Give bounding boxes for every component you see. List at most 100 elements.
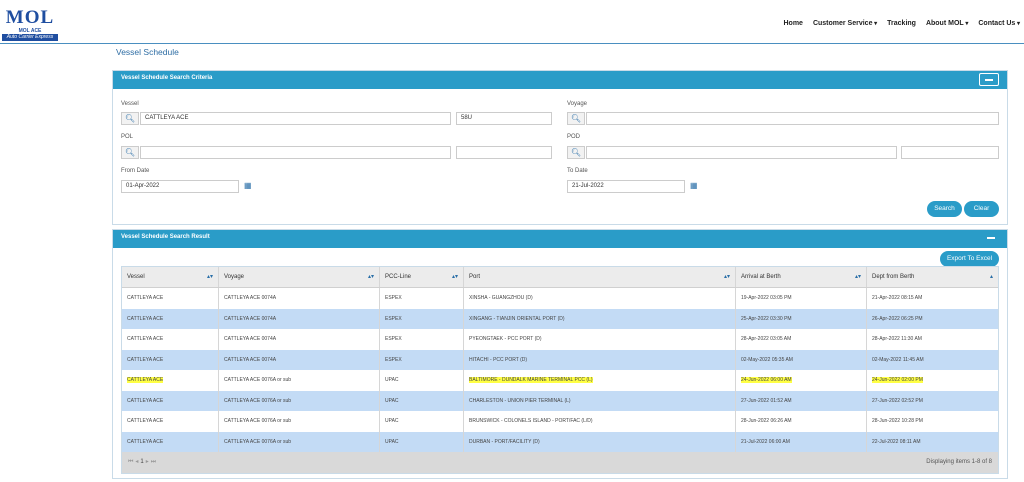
table-row[interactable]: CATTLEYA ACE CATTLEYA ACE 0076A or sub U… xyxy=(122,411,998,432)
sort-icon[interactable]: ▴▾ xyxy=(368,267,374,287)
to-calendar-icon[interactable]: ▦ xyxy=(690,182,698,190)
cell-voyage: CATTLEYA ACE 0074A xyxy=(219,308,380,329)
cell-pcc-line: UPAC xyxy=(380,431,464,452)
cell-voyage: CATTLEYA ACE 0076A or sub xyxy=(219,411,380,432)
cell-pcc-line: UPAC xyxy=(380,370,464,391)
sort-icon[interactable]: ▴▾ xyxy=(724,267,730,287)
pager-info: Displaying items 1-8 of 8 xyxy=(926,459,992,465)
collapse-result-button[interactable] xyxy=(987,237,995,239)
column-label: Dept from Berth xyxy=(872,274,915,280)
cell-vessel: CATTLEYA ACE xyxy=(122,349,219,370)
result-table: Vessel ▴▾ Voyage ▴▾ PCC-Line ▴▾ Port ▴▾ Arri… xyxy=(121,266,999,474)
table-row[interactable]: CATTLEYA ACE CATTLEYA ACE 0076A or sub U… xyxy=(122,370,998,391)
pol-label: POL xyxy=(121,134,134,140)
from-date-label: From Date xyxy=(121,168,150,174)
cell-voyage: CATTLEYA ACE 0074A xyxy=(219,288,380,309)
pod-search-icon[interactable]: 🔍︎ xyxy=(567,146,585,159)
sort-icon[interactable]: ▴ xyxy=(990,267,993,287)
cell-vessel: CATTLEYA ACE xyxy=(122,390,219,411)
cell-arrival: 28-Jun-2022 06:26 AM xyxy=(736,411,867,432)
cell-vessel: CATTLEYA ACE xyxy=(122,411,219,432)
column-header-arrival[interactable]: Arrival at Berth ▴▾ xyxy=(736,267,867,287)
cell-port: BALTIMORE - DUNDALK MARINE TERMINAL PCC … xyxy=(464,370,736,391)
column-header-departure[interactable]: Dept from Berth ▴ xyxy=(867,267,998,287)
criteria-panel-title: Vessel Schedule Search Criteria xyxy=(121,75,213,81)
main-nav: Home Customer Service Tracking About MOL… xyxy=(783,20,1020,27)
vessel-input[interactable]: CATTLEYA ACE xyxy=(140,112,451,125)
nav-tracking[interactable]: Tracking xyxy=(887,20,916,27)
page-title: Vessel Schedule xyxy=(116,47,179,57)
pol-search-icon[interactable]: 🔍︎ xyxy=(121,146,139,159)
top-bar: MOL MOL ACE Auto Carrier Express Home Cu… xyxy=(0,0,1024,44)
pod-code-input[interactable] xyxy=(901,146,999,159)
voyage-input[interactable] xyxy=(586,112,999,125)
highlighted-text: 24-Jun-2022 02:00 PM xyxy=(872,377,923,383)
cell-pcc-line: ESPEX xyxy=(380,308,464,329)
nav-customer-service[interactable]: Customer Service xyxy=(813,20,877,27)
table-row[interactable]: CATTLEYA ACE CATTLEYA ACE 0074A ESPEX XI… xyxy=(122,288,998,309)
voyage-label: Voyage xyxy=(567,101,588,107)
nav-about-mol[interactable]: About MOL xyxy=(926,20,968,27)
cell-departure: 26-Apr-2022 06:25 PM xyxy=(872,315,923,322)
pod-input[interactable] xyxy=(586,146,897,159)
column-label: Port xyxy=(469,274,481,280)
cell-port: XINGANG - TIANJIN ORIENTAL PORT (D) xyxy=(464,308,736,329)
cell-arrival: 02-May-2022 05:35 AM xyxy=(736,349,867,370)
vessel-search-icon[interactable]: 🔍︎ xyxy=(121,112,139,125)
column-label: Vessel xyxy=(127,274,145,280)
last-page-icon[interactable]: ⏭︎ xyxy=(151,459,158,465)
highlighted-text: CATTLEYA ACE xyxy=(127,377,164,383)
cell-pcc-line: UPAC xyxy=(380,390,464,411)
cell-departure: 21-Apr-2022 08:15 AM xyxy=(872,295,923,301)
cell-pcc-line: ESPEX xyxy=(380,288,464,309)
cell-vessel: CATTLEYA ACE xyxy=(122,370,219,391)
column-header-pcc-line[interactable]: PCC-Line ▴▾ xyxy=(380,267,464,287)
export-to-excel-button[interactable]: Export To Excel xyxy=(940,251,999,267)
pol-code-input[interactable] xyxy=(456,146,552,159)
vessel-code-input[interactable]: 58U xyxy=(456,112,552,125)
pod-label: POD xyxy=(567,134,581,140)
table-row[interactable]: CATTLEYA ACE CATTLEYA ACE 0076A or sub U… xyxy=(122,390,998,411)
cell-arrival: 25-Apr-2022 03:30 PM xyxy=(736,308,867,329)
pol-input[interactable] xyxy=(140,146,451,159)
highlighted-text: 24-Jun-2022 06:00 AM xyxy=(741,377,792,383)
sort-icon[interactable]: ▴▾ xyxy=(855,267,861,287)
sort-icon[interactable]: ▴▾ xyxy=(452,267,458,287)
cell-port: XINSHA - GUANGZHOU (D) xyxy=(464,288,736,309)
nav-contact-us[interactable]: Contact Us xyxy=(978,20,1020,27)
from-date-input[interactable]: 01-Apr-2022 xyxy=(121,180,239,193)
table-row[interactable]: CATTLEYA ACE CATTLEYA ACE 0074A ESPEX PY… xyxy=(122,329,998,350)
sort-icon[interactable]: ▴▾ xyxy=(207,267,213,287)
to-date-input[interactable]: 21-Jul-2022 xyxy=(567,180,685,193)
voyage-search-icon[interactable]: 🔍︎ xyxy=(567,112,585,125)
table-row[interactable]: CATTLEYA ACE CATTLEYA ACE 0074A ESPEX XI… xyxy=(122,308,998,329)
collapse-criteria-button[interactable] xyxy=(979,73,999,86)
cell-voyage: CATTLEYA ACE 0076A or sub xyxy=(219,390,380,411)
nav-home[interactable]: Home xyxy=(783,20,802,27)
vessel-label: Vessel xyxy=(121,101,139,107)
cell-vessel: CATTLEYA ACE xyxy=(122,308,219,329)
search-button[interactable]: Search xyxy=(927,201,962,217)
cell-arrival: 24-Jun-2022 06:00 AM xyxy=(736,370,867,391)
cell-voyage: CATTLEYA ACE 0076A or sub xyxy=(219,431,380,452)
cell-voyage: CATTLEYA ACE 0074A xyxy=(219,329,380,350)
table-row[interactable]: CATTLEYA ACE CATTLEYA ACE 0074A ESPEX HI… xyxy=(122,349,998,370)
cell-departure: 27-Jun-2022 02:52 PM xyxy=(872,397,923,404)
column-label: Voyage xyxy=(224,274,245,280)
column-header-vessel[interactable]: Vessel ▴▾ xyxy=(122,267,219,287)
clear-button[interactable]: Clear xyxy=(964,201,999,217)
cell-vessel: CATTLEYA ACE xyxy=(122,288,219,309)
result-panel-header: Vessel Schedule Search Result xyxy=(113,230,1007,248)
pager-nav: ⏮︎◂1▸⏭︎ xyxy=(128,458,158,466)
cell-pcc-line: ESPEX xyxy=(380,349,464,370)
mol-logo[interactable]: MOL MOL ACE Auto Carrier Express xyxy=(2,8,58,42)
cell-vessel: CATTLEYA ACE xyxy=(122,329,219,350)
cell-port: CHARLESTON - UNION PIER TERMINAL (L) xyxy=(464,390,736,411)
column-header-port[interactable]: Port ▴▾ xyxy=(464,267,736,287)
column-header-voyage[interactable]: Voyage ▴▾ xyxy=(219,267,380,287)
cell-pcc-line: UPAC xyxy=(380,411,464,432)
from-calendar-icon[interactable]: ▦ xyxy=(244,182,252,190)
table-row[interactable]: CATTLEYA ACE CATTLEYA ACE 0076A or sub U… xyxy=(122,431,998,452)
cell-port: DURBAN - PORT/FACILITY (D) xyxy=(464,431,736,452)
cell-departure: 02-May-2022 11:45 AM xyxy=(872,356,924,363)
